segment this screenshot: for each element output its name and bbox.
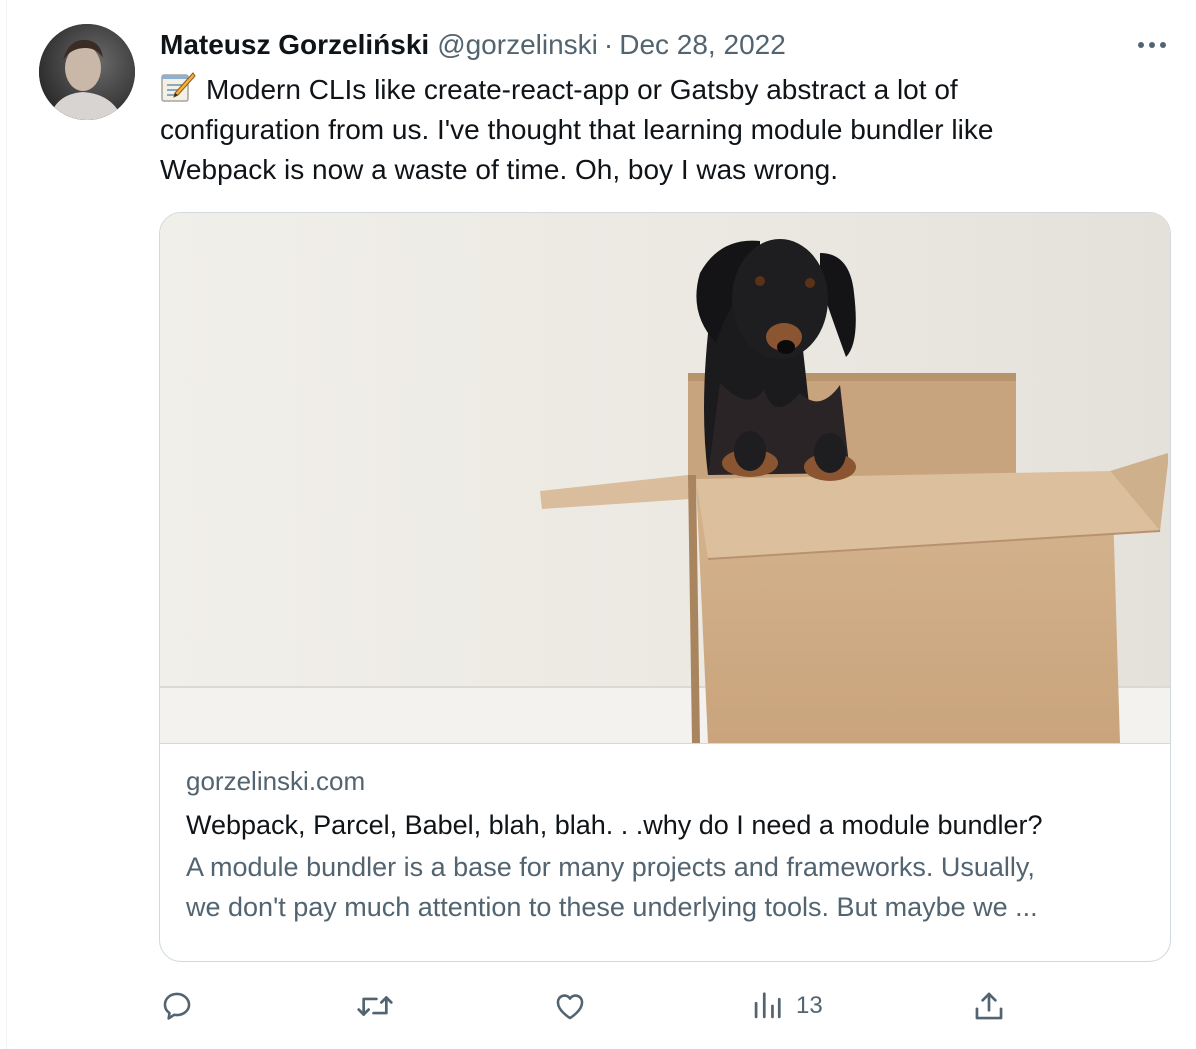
header-separator: · [603, 29, 614, 60]
card-body: gorzelinski.com Webpack, Parcel, Babel, … [186, 761, 1156, 927]
share-icon [975, 992, 1003, 1020]
author-handle[interactable]: @gorzelinski [437, 26, 598, 64]
author-name[interactable]: Mateusz Gorzeliński [160, 26, 429, 64]
memo-icon [161, 72, 196, 102]
card-image[interactable] [160, 213, 1170, 744]
views-icon [754, 992, 781, 1019]
card-description-line: we don't pay much attention to these und… [186, 892, 1038, 922]
tweet-text-line-1: Modern CLIs like create-react-app or Gat… [160, 70, 1160, 110]
more-options-button[interactable] [1134, 32, 1170, 58]
tweet-text-line-2: configuration from us. I've thought that… [160, 114, 994, 145]
reply-icon [163, 992, 191, 1020]
card-description-line: A module bundler is a base for many proj… [186, 852, 1035, 882]
tweet-text-line-3: Webpack is now a waste of time. Oh, boy … [160, 154, 839, 185]
card-description: A module bundler is a base for many proj… [186, 847, 1156, 927]
tweet-text: Modern CLIs like create-react-app or Gat… [160, 70, 1160, 190]
link-card[interactable]: gorzelinski.com Webpack, Parcel, Babel, … [159, 212, 1171, 962]
card-domain: gorzelinski.com [186, 766, 366, 796]
retweet-icon [357, 996, 393, 1016]
more-icon [1138, 42, 1166, 48]
reply-button[interactable] [160, 984, 194, 1028]
tweet-actions: 13 [0, 984, 1196, 1028]
timeline-border [6, 0, 7, 1049]
tweet-header: Mateusz Gorzeliński @gorzelinski · Dec 2… [160, 26, 786, 64]
avatar-photo [39, 24, 135, 120]
views-count: 13 [796, 992, 823, 1019]
share-button[interactable] [972, 984, 1006, 1028]
tweet-date[interactable]: Dec 28, 2022 [619, 26, 786, 64]
views-button[interactable]: 13 [752, 984, 823, 1028]
dachshund-box-photo [160, 213, 1170, 743]
card-title: Webpack, Parcel, Babel, blah, blah. . .w… [186, 810, 1043, 840]
like-button[interactable] [552, 984, 588, 1028]
retweet-button[interactable] [356, 984, 394, 1028]
like-icon [556, 994, 584, 1020]
avatar[interactable] [39, 24, 135, 120]
